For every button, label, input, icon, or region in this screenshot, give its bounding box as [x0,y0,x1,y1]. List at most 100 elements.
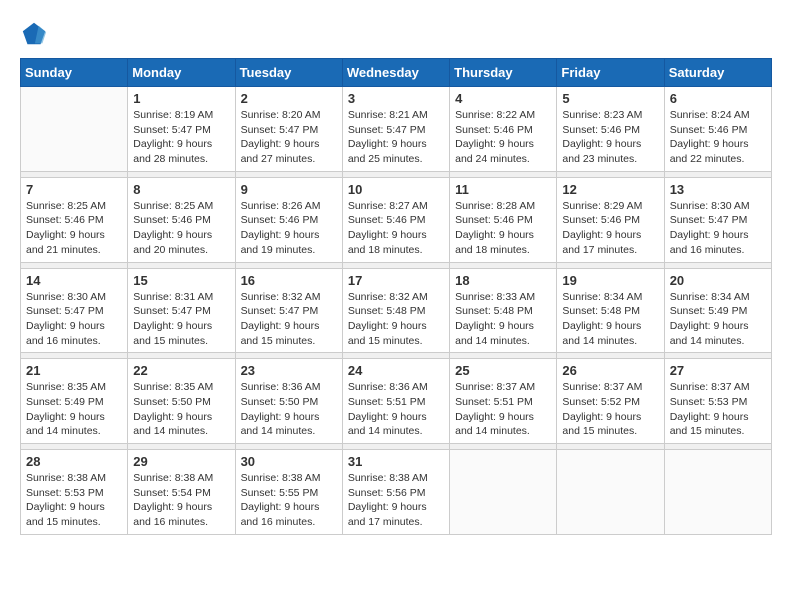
sunrise-text: Sunrise: 8:34 AM [562,291,642,303]
calendar-cell: 24 Sunrise: 8:36 AM Sunset: 5:51 PM Dayl… [342,359,449,444]
daylight-text: Daylight: 9 hours and 15 minutes. [241,320,320,347]
sunrise-text: Sunrise: 8:38 AM [348,472,428,484]
sunrise-text: Sunrise: 8:35 AM [133,381,213,393]
day-number: 14 [26,273,122,288]
sunrise-text: Sunrise: 8:20 AM [241,109,321,121]
day-number: 5 [562,91,658,106]
day-info: Sunrise: 8:20 AM Sunset: 5:47 PM Dayligh… [241,108,337,167]
calendar-cell: 23 Sunrise: 8:36 AM Sunset: 5:50 PM Dayl… [235,359,342,444]
daylight-text: Daylight: 9 hours and 15 minutes. [133,320,212,347]
daylight-text: Daylight: 9 hours and 14 minutes. [455,411,534,438]
day-of-week-header: Monday [128,59,235,87]
calendar-cell: 27 Sunrise: 8:37 AM Sunset: 5:53 PM Dayl… [664,359,771,444]
sunrise-text: Sunrise: 8:27 AM [348,200,428,212]
calendar-cell: 28 Sunrise: 8:38 AM Sunset: 5:53 PM Dayl… [21,450,128,535]
day-number: 3 [348,91,444,106]
sunset-text: Sunset: 5:46 PM [562,214,640,226]
day-info: Sunrise: 8:21 AM Sunset: 5:47 PM Dayligh… [348,108,444,167]
sunrise-text: Sunrise: 8:28 AM [455,200,535,212]
day-info: Sunrise: 8:37 AM Sunset: 5:51 PM Dayligh… [455,380,551,439]
sunrise-text: Sunrise: 8:38 AM [133,472,213,484]
sunset-text: Sunset: 5:47 PM [133,124,211,136]
sunset-text: Sunset: 5:53 PM [670,396,748,408]
day-number: 23 [241,363,337,378]
day-info: Sunrise: 8:24 AM Sunset: 5:46 PM Dayligh… [670,108,766,167]
daylight-text: Daylight: 9 hours and 15 minutes. [670,411,749,438]
sunset-text: Sunset: 5:46 PM [241,214,319,226]
calendar-week-row: 28 Sunrise: 8:38 AM Sunset: 5:53 PM Dayl… [21,450,772,535]
daylight-text: Daylight: 9 hours and 22 minutes. [670,138,749,165]
calendar-cell: 12 Sunrise: 8:29 AM Sunset: 5:46 PM Dayl… [557,177,664,262]
day-number: 1 [133,91,229,106]
calendar-week-row: 1 Sunrise: 8:19 AM Sunset: 5:47 PM Dayli… [21,87,772,172]
day-info: Sunrise: 8:37 AM Sunset: 5:52 PM Dayligh… [562,380,658,439]
calendar-cell: 18 Sunrise: 8:33 AM Sunset: 5:48 PM Dayl… [450,268,557,353]
sunset-text: Sunset: 5:49 PM [26,396,104,408]
day-info: Sunrise: 8:19 AM Sunset: 5:47 PM Dayligh… [133,108,229,167]
day-number: 22 [133,363,229,378]
daylight-text: Daylight: 9 hours and 28 minutes. [133,138,212,165]
daylight-text: Daylight: 9 hours and 23 minutes. [562,138,641,165]
day-info: Sunrise: 8:34 AM Sunset: 5:48 PM Dayligh… [562,290,658,349]
daylight-text: Daylight: 9 hours and 24 minutes. [455,138,534,165]
sunrise-text: Sunrise: 8:21 AM [348,109,428,121]
sunrise-text: Sunrise: 8:29 AM [562,200,642,212]
daylight-text: Daylight: 9 hours and 17 minutes. [348,501,427,528]
day-number: 16 [241,273,337,288]
sunrise-text: Sunrise: 8:37 AM [562,381,642,393]
sunset-text: Sunset: 5:55 PM [241,487,319,499]
day-number: 25 [455,363,551,378]
day-info: Sunrise: 8:27 AM Sunset: 5:46 PM Dayligh… [348,199,444,258]
sunrise-text: Sunrise: 8:32 AM [241,291,321,303]
daylight-text: Daylight: 9 hours and 27 minutes. [241,138,320,165]
sunset-text: Sunset: 5:46 PM [133,214,211,226]
sunrise-text: Sunrise: 8:38 AM [26,472,106,484]
sunset-text: Sunset: 5:46 PM [455,214,533,226]
day-number: 18 [455,273,551,288]
calendar-cell: 26 Sunrise: 8:37 AM Sunset: 5:52 PM Dayl… [557,359,664,444]
calendar-cell [21,87,128,172]
sunset-text: Sunset: 5:53 PM [26,487,104,499]
daylight-text: Daylight: 9 hours and 25 minutes. [348,138,427,165]
calendar-header-row: SundayMondayTuesdayWednesdayThursdayFrid… [21,59,772,87]
day-info: Sunrise: 8:25 AM Sunset: 5:46 PM Dayligh… [133,199,229,258]
day-number: 6 [670,91,766,106]
day-number: 30 [241,454,337,469]
day-info: Sunrise: 8:37 AM Sunset: 5:53 PM Dayligh… [670,380,766,439]
sunset-text: Sunset: 5:46 PM [670,124,748,136]
sunrise-text: Sunrise: 8:38 AM [241,472,321,484]
day-info: Sunrise: 8:30 AM Sunset: 5:47 PM Dayligh… [670,199,766,258]
calendar-cell: 3 Sunrise: 8:21 AM Sunset: 5:47 PM Dayli… [342,87,449,172]
calendar-cell: 25 Sunrise: 8:37 AM Sunset: 5:51 PM Dayl… [450,359,557,444]
sunrise-text: Sunrise: 8:33 AM [455,291,535,303]
sunset-text: Sunset: 5:47 PM [241,305,319,317]
day-info: Sunrise: 8:28 AM Sunset: 5:46 PM Dayligh… [455,199,551,258]
sunrise-text: Sunrise: 8:32 AM [348,291,428,303]
day-info: Sunrise: 8:23 AM Sunset: 5:46 PM Dayligh… [562,108,658,167]
sunset-text: Sunset: 5:46 PM [26,214,104,226]
calendar-cell: 29 Sunrise: 8:38 AM Sunset: 5:54 PM Dayl… [128,450,235,535]
sunset-text: Sunset: 5:56 PM [348,487,426,499]
daylight-text: Daylight: 9 hours and 14 minutes. [241,411,320,438]
calendar-cell: 20 Sunrise: 8:34 AM Sunset: 5:49 PM Dayl… [664,268,771,353]
day-info: Sunrise: 8:30 AM Sunset: 5:47 PM Dayligh… [26,290,122,349]
daylight-text: Daylight: 9 hours and 14 minutes. [562,320,641,347]
day-of-week-header: Saturday [664,59,771,87]
day-info: Sunrise: 8:31 AM Sunset: 5:47 PM Dayligh… [133,290,229,349]
logo-icon [20,20,48,48]
sunset-text: Sunset: 5:47 PM [241,124,319,136]
sunset-text: Sunset: 5:46 PM [348,214,426,226]
calendar-cell [664,450,771,535]
daylight-text: Daylight: 9 hours and 21 minutes. [26,229,105,256]
daylight-text: Daylight: 9 hours and 16 minutes. [26,320,105,347]
sunrise-text: Sunrise: 8:35 AM [26,381,106,393]
day-number: 20 [670,273,766,288]
sunrise-text: Sunrise: 8:30 AM [670,200,750,212]
calendar-week-row: 14 Sunrise: 8:30 AM Sunset: 5:47 PM Dayl… [21,268,772,353]
calendar-cell: 22 Sunrise: 8:35 AM Sunset: 5:50 PM Dayl… [128,359,235,444]
calendar-cell: 21 Sunrise: 8:35 AM Sunset: 5:49 PM Dayl… [21,359,128,444]
sunset-text: Sunset: 5:50 PM [133,396,211,408]
sunrise-text: Sunrise: 8:24 AM [670,109,750,121]
sunrise-text: Sunrise: 8:26 AM [241,200,321,212]
day-info: Sunrise: 8:38 AM Sunset: 5:56 PM Dayligh… [348,471,444,530]
